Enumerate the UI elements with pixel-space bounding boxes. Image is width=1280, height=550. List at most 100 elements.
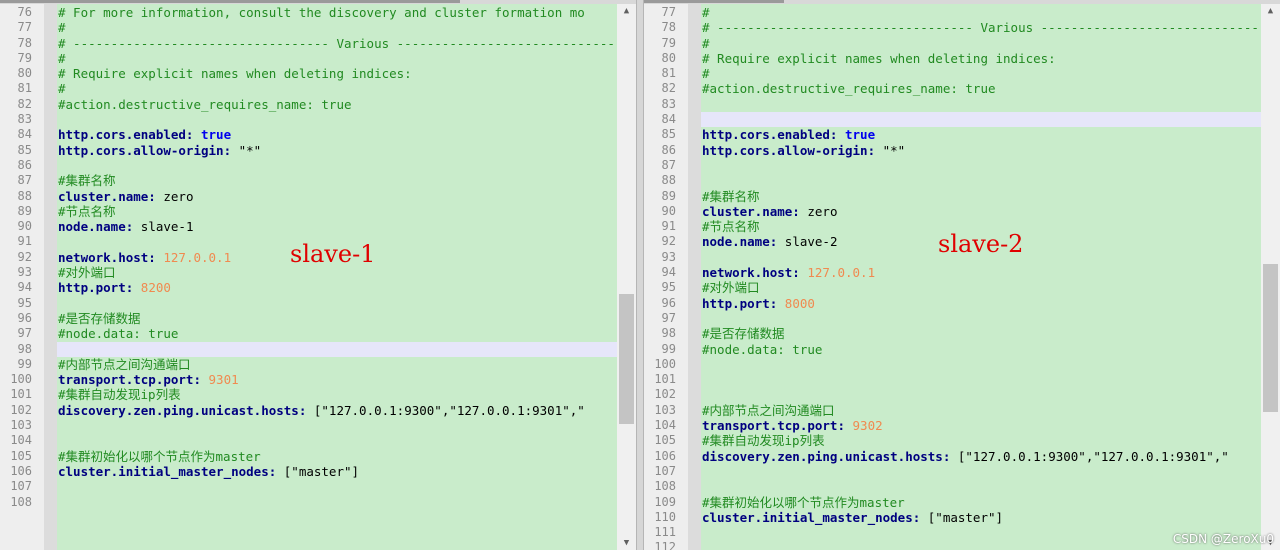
line-code[interactable]: #节点名称 <box>702 219 760 234</box>
code-line[interactable]: 97 #node.data: true <box>0 326 617 341</box>
line-code[interactable]: # For more information, consult the disc… <box>58 5 585 20</box>
code-line[interactable]: 108 <box>644 479 1261 494</box>
code-line[interactable]: 83 <box>0 112 617 127</box>
line-code[interactable]: transport.tcp.port: 9301 <box>58 372 239 387</box>
vertical-scrollbar[interactable]: ▲ ▼ <box>617 4 636 550</box>
line-code[interactable]: discovery.zen.ping.unicast.hosts: ["127.… <box>58 403 585 418</box>
code-line[interactable]: 85 http.cors.enabled: true <box>644 127 1261 142</box>
code-line[interactable]: 107 <box>644 464 1261 479</box>
code-line[interactable]: 80 # Require explicit names when deleting… <box>644 51 1261 66</box>
line-code[interactable]: # <box>702 5 710 20</box>
code-line[interactable]: 104 transport.tcp.port: 9302 <box>644 418 1261 433</box>
scroll-up-icon[interactable]: ▲ <box>617 4 636 18</box>
code-line[interactable]: 97 <box>644 311 1261 326</box>
line-code[interactable]: # Require explicit names when deleting i… <box>702 51 1056 66</box>
line-code[interactable]: #集群名称 <box>58 173 116 188</box>
line-code[interactable]: #内部节点之间沟通端口 <box>702 403 835 418</box>
code-line[interactable]: 82 #action.destructive_requires_name: tru… <box>0 97 617 112</box>
line-code[interactable]: node.name: slave-2 <box>702 234 837 249</box>
code-line[interactable]: 96 http.port: 8000 <box>644 296 1261 311</box>
line-code[interactable]: cluster.initial_master_nodes: ["master"] <box>58 464 359 479</box>
code-line[interactable]: 78 # ---------------------------------- V… <box>0 36 636 51</box>
code-line[interactable]: 98 #是否存储数据 <box>644 326 1261 341</box>
line-code[interactable]: #action.destructive_requires_name: true <box>58 97 352 112</box>
line-code[interactable]: # <box>58 81 66 96</box>
code-line[interactable]: 76 # For more information, consult the di… <box>0 5 617 20</box>
code-line[interactable]: 87 <box>644 158 1261 173</box>
code-line[interactable]: 109 #集群初始化以哪个节点作为master <box>644 495 1261 510</box>
code-line[interactable]: 105 #集群自动发现ip列表 <box>644 433 1261 448</box>
line-code[interactable]: #对外端口 <box>702 280 760 295</box>
code-line[interactable]: 77 # <box>0 20 617 35</box>
scroll-thumb[interactable] <box>1263 264 1278 412</box>
line-code[interactable]: network.host: 127.0.0.1 <box>58 250 231 265</box>
line-code[interactable]: #是否存储数据 <box>702 326 785 341</box>
code-line[interactable]: 103 #内部节点之间沟通端口 <box>644 403 1261 418</box>
code-line[interactable]: 86 <box>0 158 617 173</box>
code-line[interactable]: 100 transport.tcp.port: 9301 <box>0 372 617 387</box>
line-code[interactable]: #是否存储数据 <box>58 311 141 326</box>
code-line[interactable]: 99 #内部节点之间沟通端口 <box>0 357 617 372</box>
line-code[interactable]: transport.tcp.port: 9302 <box>702 418 883 433</box>
code-line[interactable]: 81 # <box>644 66 1261 81</box>
line-code[interactable]: # Require explicit names when deleting i… <box>58 66 412 81</box>
line-code[interactable]: #node.data: true <box>58 326 178 341</box>
code-line[interactable]: 101 <box>644 372 1261 387</box>
line-code[interactable]: #集群自动发现ip列表 <box>58 387 181 402</box>
line-code[interactable]: #node.data: true <box>702 342 822 357</box>
pane-splitter[interactable] <box>636 0 644 550</box>
code-line[interactable]: 111 <box>644 525 1261 540</box>
line-code[interactable]: # ---------------------------------- Var… <box>58 36 636 51</box>
code-line[interactable]: 82 #action.destructive_requires_name: tru… <box>644 81 1261 96</box>
scroll-thumb[interactable] <box>619 294 634 424</box>
code-line[interactable]: 79 # <box>0 51 617 66</box>
code-line[interactable]: 95 <box>0 296 617 311</box>
code-line[interactable]: 100 <box>644 357 1261 372</box>
line-code[interactable]: #内部节点之间沟通端口 <box>58 357 191 372</box>
code-lines[interactable]: 77 #78 # ---------------------------------… <box>644 5 1280 550</box>
line-code[interactable]: #集群初始化以哪个节点作为master <box>58 449 261 464</box>
scroll-up-icon[interactable]: ▲ <box>1261 4 1280 18</box>
code-line[interactable]: 84 http.cors.enabled: true <box>0 127 617 142</box>
code-line[interactable]: 89 #集群名称 <box>644 189 1261 204</box>
scroll-down-icon[interactable]: ▼ <box>617 536 636 550</box>
line-code[interactable]: discovery.zen.ping.unicast.hosts: ["127.… <box>702 449 1229 464</box>
line-code[interactable]: http.cors.allow-origin: "*" <box>702 143 905 158</box>
line-code[interactable]: node.name: slave-1 <box>58 219 193 234</box>
code-line[interactable]: 106 cluster.initial_master_nodes: ["maste… <box>0 464 617 479</box>
code-line[interactable]: 106 discovery.zen.ping.unicast.hosts: ["1… <box>644 449 1261 464</box>
code-line[interactable]: 89 #节点名称 <box>0 204 617 219</box>
code-line[interactable]: 94 http.port: 8200 <box>0 280 617 295</box>
editor-pane-left[interactable]: 76 # For more information, consult the di… <box>0 4 636 550</box>
line-code[interactable]: # <box>702 66 710 81</box>
code-line[interactable]: 81 # <box>0 81 617 96</box>
editor-pane-right[interactable]: 77 #78 # ---------------------------------… <box>644 4 1280 550</box>
code-line[interactable]: 105 #集群初始化以哪个节点作为master <box>0 449 617 464</box>
code-line[interactable]: 90 cluster.name: zero <box>644 204 1261 219</box>
line-code[interactable]: http.cors.enabled: true <box>702 127 875 142</box>
code-line[interactable]: 96 #是否存储数据 <box>0 311 617 326</box>
code-line[interactable]: 102 <box>644 387 1261 402</box>
code-line[interactable]: 88 cluster.name: zero <box>0 189 617 204</box>
code-line[interactable]: 83 <box>644 97 1261 112</box>
line-code[interactable]: #action.destructive_requires_name: true <box>702 81 996 96</box>
code-line[interactable]: 84 <box>644 112 1261 128</box>
code-line[interactable]: 102 discovery.zen.ping.unicast.hosts: ["1… <box>0 403 617 418</box>
line-code[interactable]: #节点名称 <box>58 204 116 219</box>
line-code[interactable]: # ---------------------------------- Var… <box>702 20 1280 35</box>
line-code[interactable]: http.cors.enabled: true <box>58 127 231 142</box>
line-code[interactable]: cluster.name: zero <box>702 204 837 219</box>
line-code[interactable]: http.port: 8000 <box>702 296 815 311</box>
line-code[interactable]: #集群自动发现ip列表 <box>702 433 825 448</box>
code-line[interactable]: 104 <box>0 433 617 448</box>
code-line[interactable]: 80 # Require explicit names when deleting… <box>0 66 617 81</box>
line-code[interactable]: #集群名称 <box>702 189 760 204</box>
code-line[interactable]: 99 #node.data: true <box>644 342 1261 357</box>
line-code[interactable]: # <box>58 51 66 66</box>
line-code[interactable]: cluster.initial_master_nodes: ["master"] <box>702 510 1003 525</box>
line-code[interactable]: #对外端口 <box>58 265 116 280</box>
code-line[interactable]: 110 cluster.initial_master_nodes: ["maste… <box>644 510 1261 525</box>
code-line[interactable]: 87 #集群名称 <box>0 173 617 188</box>
line-code[interactable]: # <box>58 20 66 35</box>
code-line[interactable]: 78 # ---------------------------------- V… <box>644 20 1280 35</box>
